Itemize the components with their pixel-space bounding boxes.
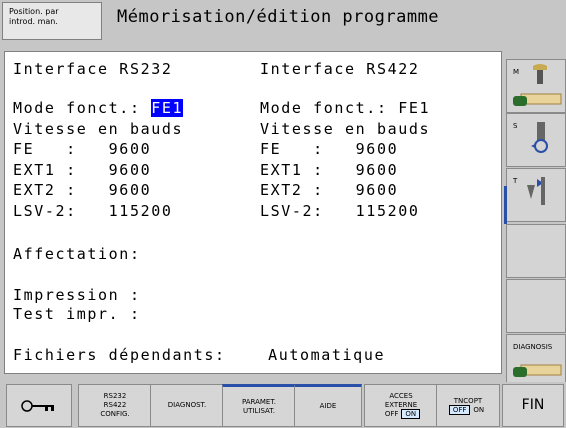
rs422-mode[interactable]: Mode fonct.: FE1 xyxy=(260,99,430,117)
tool-icon xyxy=(527,177,545,205)
spindle-icon xyxy=(513,64,562,106)
softkey-diagnost[interactable]: DIAGNOST. xyxy=(150,384,224,427)
rs232-lsv2[interactable]: LSV-2: 115200 xyxy=(13,202,172,220)
page-title: Mémorisation/édition programme xyxy=(117,7,440,27)
print-field[interactable]: Impression : xyxy=(13,286,141,304)
softkey-rs-line3: CONFIG. xyxy=(100,410,130,418)
rs232-heading: Interface RS232 xyxy=(13,60,173,78)
softkey-rs-config[interactable]: RS232 RS422 CONFIG. xyxy=(78,384,152,427)
side-softkey-diagnosis[interactable]: DIAGNOSIS xyxy=(506,334,566,388)
rs422-ext2[interactable]: EXT2 : 9600 xyxy=(260,181,398,199)
side-softkey-m[interactable]: M xyxy=(506,59,566,113)
softkey-param-line2: UTILISAT. xyxy=(243,406,275,415)
machine-icon xyxy=(513,364,562,377)
acces-on: ON xyxy=(401,409,421,419)
rs422-lsv2[interactable]: LSV-2: 115200 xyxy=(260,202,419,220)
softkey-bar: RS232 RS422 CONFIG. DIAGNOST. PARAMET. U… xyxy=(0,382,566,428)
rs232-fe[interactable]: FE : 9600 xyxy=(13,140,151,158)
softkey-tncopt[interactable]: TNCOPT OFF ON xyxy=(436,384,500,427)
rs232-ext2[interactable]: EXT2 : 9600 xyxy=(13,181,151,199)
softkey-param-user[interactable]: PARAMET. UTILISAT. xyxy=(222,384,296,427)
side-softkey-s[interactable]: S xyxy=(506,113,566,167)
rs232-mode-row: Mode fonct.: FE1 xyxy=(13,99,184,117)
side-softkey-blank2[interactable] xyxy=(506,279,566,333)
machine-mode-box: Position. par introd. man. xyxy=(2,2,102,40)
header-bar: Position. par introd. man. Mémorisation/… xyxy=(0,0,566,44)
tncopt-on: ON xyxy=(473,405,485,414)
tncopt-toggle: OFF ON xyxy=(448,404,487,415)
softkey-fin[interactable]: FIN xyxy=(502,384,564,427)
softkey-aide[interactable]: AIDE xyxy=(294,384,362,427)
side-scroll-indicator xyxy=(504,186,507,224)
dependent-files-field[interactable]: Fichiers dépendants: Automatique xyxy=(13,346,385,364)
machine-mode-line2: introd. man. xyxy=(9,17,58,26)
assignment-label: Affectation: xyxy=(13,245,141,263)
rs232-mode-field[interactable]: FE1 xyxy=(151,99,184,117)
rs422-heading: Interface RS422 xyxy=(260,60,420,78)
test-print-field[interactable]: Test impr. : xyxy=(13,305,141,323)
acces-toggle: OFF ON xyxy=(382,409,421,419)
side-softkey-t[interactable]: T xyxy=(506,168,566,222)
softkey-key[interactable] xyxy=(6,384,72,427)
softkey-acces-externe[interactable]: ACCES EXTERNE OFF ON xyxy=(364,384,438,427)
rs232-mode-label: Mode fonct.: xyxy=(13,99,152,117)
spindle-speed-icon xyxy=(531,122,548,153)
main-panel: Interface RS232 Interface RS422 Mode fon… xyxy=(4,51,502,374)
acces-off: OFF xyxy=(384,410,399,418)
tncopt-off: OFF xyxy=(448,404,471,415)
softkey-fin-label: FIN xyxy=(521,397,545,413)
softkey-diagnost-label: DIAGNOST. xyxy=(167,401,207,409)
rs422-fe[interactable]: FE : 9600 xyxy=(260,140,398,158)
softkey-rs-line2: RS422 xyxy=(103,401,127,409)
machine-mode-line1: Position. par xyxy=(9,7,59,16)
softkey-rs-line1: RS232 xyxy=(103,392,127,400)
rs422-speed-label: Vitesse en bauds xyxy=(260,120,431,138)
side-softkey-blank1[interactable] xyxy=(506,224,566,278)
key-icon xyxy=(21,399,54,412)
rs232-ext1[interactable]: EXT1 : 9600 xyxy=(13,161,151,179)
softkey-acces-line1: ACCES xyxy=(389,392,413,400)
rs232-speed-label: Vitesse en bauds xyxy=(13,120,184,138)
rs422-ext1[interactable]: EXT1 : 9600 xyxy=(260,161,398,179)
softkey-param-line1: PARAMET. xyxy=(241,397,277,406)
softkey-aide-label: AIDE xyxy=(319,402,337,410)
